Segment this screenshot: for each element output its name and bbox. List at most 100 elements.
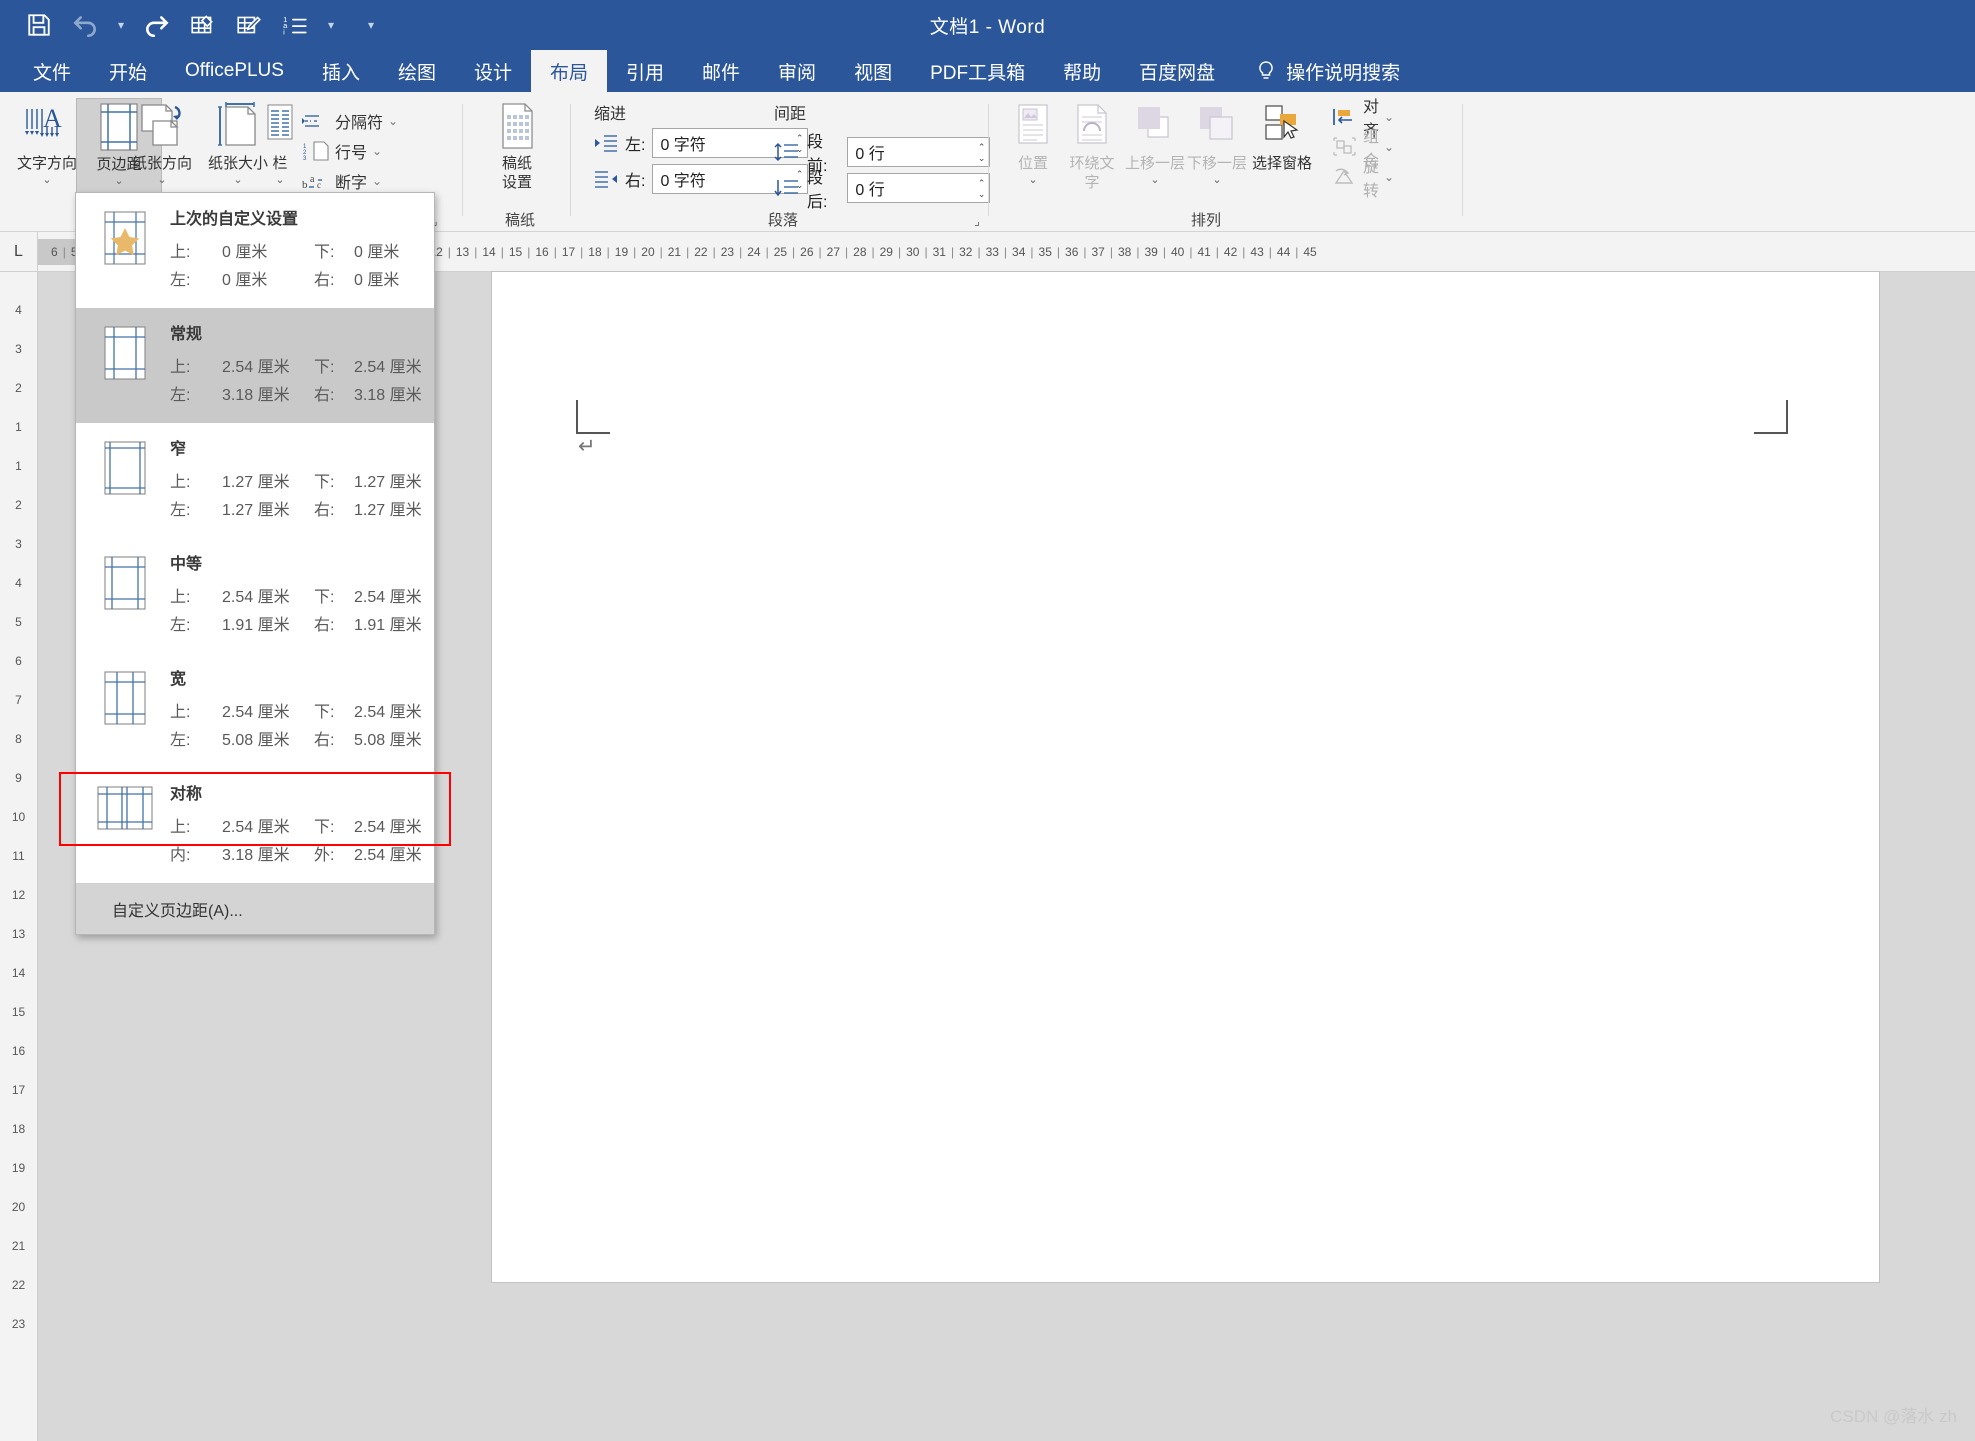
tab-officeplus[interactable]: OfficePLUS (166, 50, 303, 92)
numbering-dropdown-caret[interactable]: ▾ (320, 5, 342, 45)
chevron-down-icon[interactable]: ⌄ (275, 174, 284, 186)
spacing-before-input[interactable]: 0 行 ⌃ ⌄ (847, 137, 991, 167)
margins-item-wide[interactable]: 宽上: 2.54 厘米 下: 2.54 厘米 左: 5.08 厘米 右: 5.08 厘米 (76, 653, 434, 768)
margins-item-row: 上: 1.27 厘米 下: 1.27 厘米 (170, 468, 446, 492)
ruler-tick-label: 30 (906, 244, 920, 259)
ruler-tick-label: 36 (1065, 244, 1079, 259)
chevron-down-icon[interactable]: ⌄ (157, 174, 166, 186)
chevron-down-icon[interactable]: ⌄ (372, 144, 382, 158)
ruler-tick-label: 18 (588, 244, 602, 259)
margins-item-mirrored[interactable]: 对称 上: 2.54 厘米 下: 2.54 厘米 内: 3.18 厘米 外: 2.54 厘米 (76, 768, 434, 883)
chevron-down-icon[interactable]: ⌄ (233, 174, 242, 186)
ruler-tick-label: 22 (11, 1277, 26, 1292)
chevron-down-icon[interactable]: ⌄ (1028, 174, 1037, 186)
spacing-before-value: 0 行 (855, 146, 885, 163)
ruler-tick-label: 16 (11, 1043, 26, 1058)
tell-me-search[interactable]: 操作说明搜索 (1234, 50, 1400, 92)
chevron-down-icon[interactable]: ⌄ (1384, 170, 1394, 184)
tab-layout[interactable]: 布局 (531, 50, 608, 92)
tab-baidu-netdisk[interactable]: 百度网盘 (1120, 50, 1234, 92)
tab-draw[interactable]: 绘图 (379, 50, 455, 92)
chevron-down-icon[interactable]: ⌄ (388, 114, 398, 128)
save-icon[interactable] (18, 5, 60, 45)
ruler-tick-label: 20 (641, 244, 655, 259)
ruler-tick-label: 2 (15, 380, 22, 395)
draw-table-icon[interactable] (228, 5, 270, 45)
margins-item-title: 中等 (170, 556, 203, 573)
spacing-after-value: 0 行 (855, 182, 885, 199)
orientation-button[interactable]: 纸张方向 ⌄ (118, 98, 206, 206)
customize-qat-caret[interactable]: ▾ (360, 5, 382, 45)
tab-help[interactable]: 帮助 (1044, 50, 1120, 92)
tab-view[interactable]: 视图 (835, 50, 911, 92)
vertical-ruler[interactable]: 4 3 2 1 1 2 3 4 5 6 7 8 9 10 11 12 13 14 15 16 17 18 19 20 21 22 2… (0, 272, 38, 1441)
margins-thumbnail-mirrored (94, 780, 156, 869)
paragraph-dialog-launcher[interactable]: ⌟ (974, 214, 980, 228)
margins-item-last-custom-setting[interactable]: 上次的自定义设置 上: 0 厘米 下: 0 厘米 左: 0 厘米 右: 0 厘米 (76, 193, 434, 308)
margins-key: 上: (170, 359, 191, 376)
margins-dropdown-menu[interactable]: 上次的自定义设置 上: 0 厘米 下: 0 厘米 左: 0 厘米 右: 0 厘米 常规 上: 2.54… (75, 192, 435, 935)
ruler-tick-label: 6 (15, 653, 22, 668)
ruler-tick-label: 23 (11, 1316, 26, 1331)
margins-key: 下: (314, 589, 335, 606)
ruler-tick-label: 40 (1170, 244, 1185, 259)
margins-item-narrow[interactable]: 窄上: 1.27 厘米 下: 1.27 厘米 左: 1.27 厘米 右: 1.27 厘米 (76, 423, 434, 538)
ruler-tick-label: 15 (508, 244, 523, 259)
tab-pdf-toolbox[interactable]: PDF工具箱 (911, 50, 1044, 92)
tab-insert[interactable]: 插入 (303, 50, 379, 92)
columns-button[interactable]: 栏 ⌄ (250, 98, 310, 206)
rotate-icon (1332, 167, 1358, 187)
ruler-tick-label: 27 (826, 244, 841, 259)
tab-mailings[interactable]: 邮件 (683, 50, 759, 92)
margins-key: 左: (170, 272, 191, 289)
margins-key: 右: (314, 732, 335, 749)
margins-value: 2.54 厘米 (222, 589, 290, 606)
tab-file[interactable]: 文件 (14, 50, 90, 92)
chevron-down-icon[interactable]: ⌄ (1384, 140, 1394, 154)
spacing-after-input[interactable]: 0 行 ⌃ ⌄ (847, 173, 991, 204)
chevron-down-icon[interactable]: ⌄ (372, 174, 382, 188)
chevron-down-icon[interactable]: ⌄ (1212, 174, 1221, 186)
redo-icon[interactable] (136, 5, 178, 45)
text-direction-icon: A (21, 98, 73, 154)
document-page[interactable]: ↵ (492, 272, 1879, 1282)
tab-references[interactable]: 引用 (607, 50, 683, 92)
svg-text:b: b (302, 179, 308, 191)
manuscript-settings-button[interactable]: 稿纸 设置 (474, 98, 560, 206)
rotate-button[interactable]: 旋转 ⌄ (1332, 159, 1394, 200)
ruler-tick-label: 16 (535, 244, 549, 259)
selection-pane-button[interactable]: 选择窗格 (1238, 98, 1326, 206)
tab-home[interactable]: 开始 (90, 50, 166, 92)
line-numbers-button[interactable]: 1 2 3 行号 ⌄ (302, 136, 382, 166)
selection-pane-label: 选择窗格 (1251, 155, 1312, 172)
tab-review[interactable]: 审阅 (759, 50, 835, 92)
ruler-tick-label: 14 (482, 244, 496, 259)
chevron-down-icon[interactable]: ⌄ (42, 174, 51, 186)
tab-design[interactable]: 设计 (455, 50, 531, 92)
ruler-tick-label: 41 (1197, 244, 1211, 259)
spacing-after-stepper[interactable]: ⌃ ⌄ (978, 174, 986, 204)
ribbon-separator (1462, 104, 1463, 216)
ruler-tick-label: 2 (15, 497, 22, 512)
table-eraser-icon[interactable] (182, 5, 224, 45)
undo-dropdown-caret[interactable]: ▾ (110, 5, 132, 45)
word-window: ▾ 1 a i ▾ ▾ 文档1 - Word 文件 开始 OfficePLUS … (0, 0, 1975, 1441)
breaks-button[interactable]: 分隔符 ⌄ (302, 106, 398, 136)
margins-item-normal[interactable]: 常规 上: 2.54 厘米 下: 2.54 厘米 左: 3.18 厘米 右: 3.18 厘米 (76, 308, 434, 423)
undo-icon[interactable] (64, 5, 106, 45)
margins-item-moderate[interactable]: 中等 上: 2.54 厘米 下: 2.54 厘米 左: 1.91 厘米 右: 1.91 厘米 (76, 538, 434, 653)
indent-right-icon (594, 170, 618, 188)
ruler-corner-tab-selector[interactable]: L (0, 232, 38, 272)
chevron-down-icon[interactable]: ⌄ (1150, 174, 1159, 186)
margins-key: 左: (170, 387, 191, 404)
margins-item-row: 左: 1.27 厘米 右: 1.27 厘米 (170, 496, 446, 520)
margins-item-row: 左: 0 厘米 右: 0 厘米 (170, 266, 446, 290)
margins-key: 左: (170, 617, 191, 634)
margins-thumbnail-normal (94, 320, 156, 409)
chevron-down-icon[interactable]: ⌄ (1384, 110, 1394, 124)
margins-value: 2.54 厘米 (354, 704, 422, 721)
ruler-tick-label: 11 (12, 848, 25, 863)
custom-margins-item[interactable]: 自定义页边距(A)... (76, 883, 434, 934)
numbering-icon[interactable]: 1 a i (274, 5, 316, 45)
ruler-tick-label: 31 (932, 244, 946, 259)
